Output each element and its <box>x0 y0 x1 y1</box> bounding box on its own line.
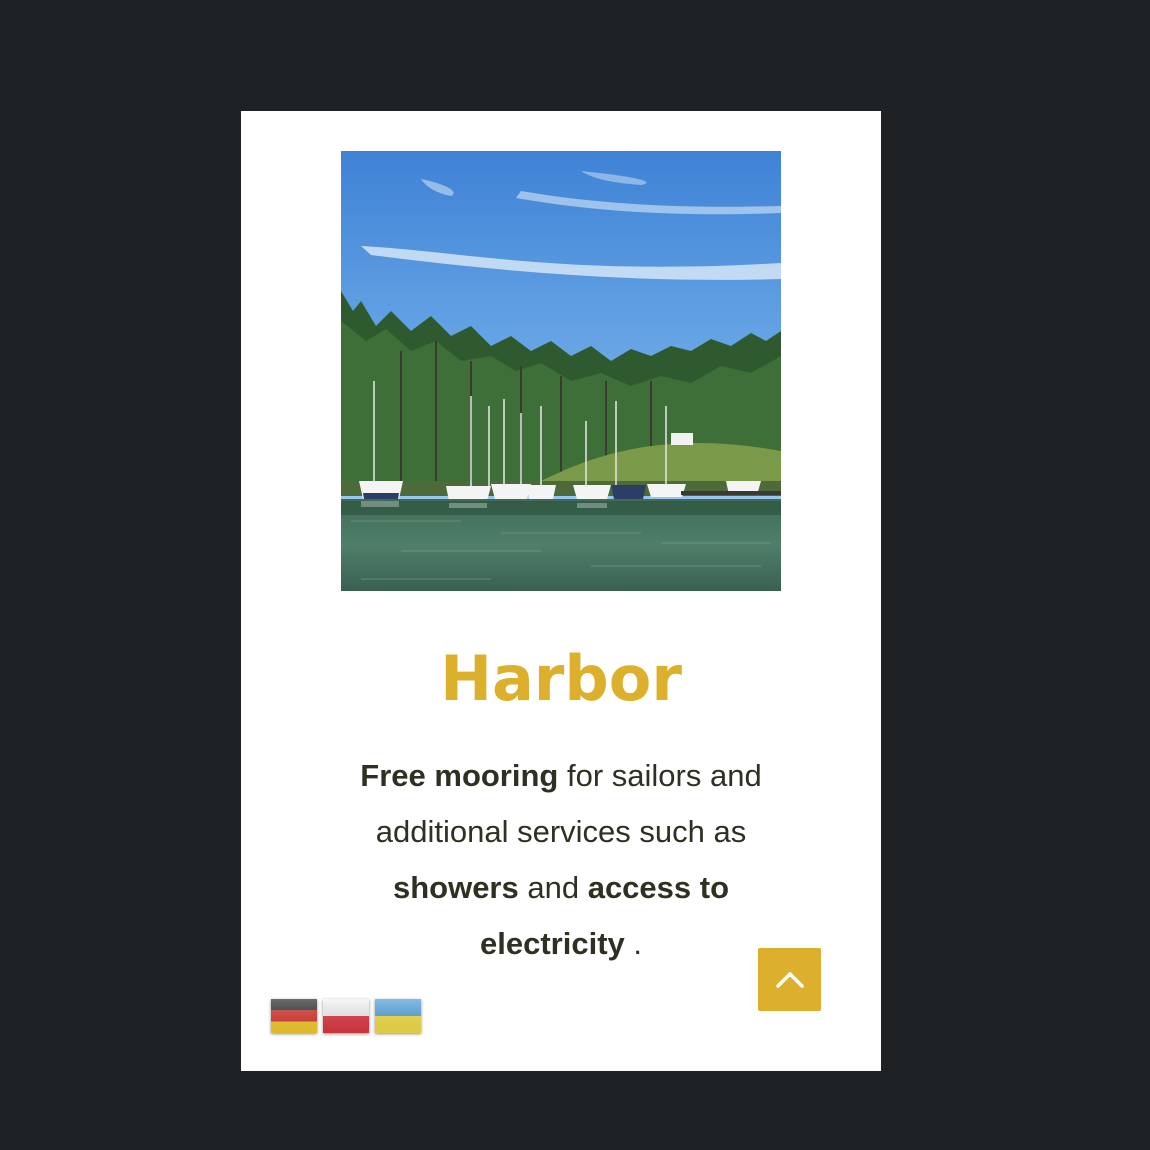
german-flag-icon[interactable] <box>271 999 317 1033</box>
scroll-to-top-button[interactable] <box>758 948 821 1011</box>
polish-flag-icon[interactable] <box>323 999 369 1033</box>
description-text-3: . <box>624 926 642 961</box>
chevron-up-icon <box>775 971 804 988</box>
highlight-free-mooring: Free mooring <box>360 758 559 793</box>
ukrainian-flag-icon[interactable] <box>375 999 421 1033</box>
highlight-showers: showers <box>392 870 519 905</box>
harbor-description: Free mooring for sailors and additional … <box>336 748 786 972</box>
harbor-card: Harbor Free mooring for sailors and addi… <box>241 111 881 1071</box>
description-text-2: and <box>518 870 588 905</box>
language-switcher <box>271 999 421 1035</box>
page-title: Harbor <box>440 642 682 715</box>
harbor-photo <box>341 151 781 591</box>
